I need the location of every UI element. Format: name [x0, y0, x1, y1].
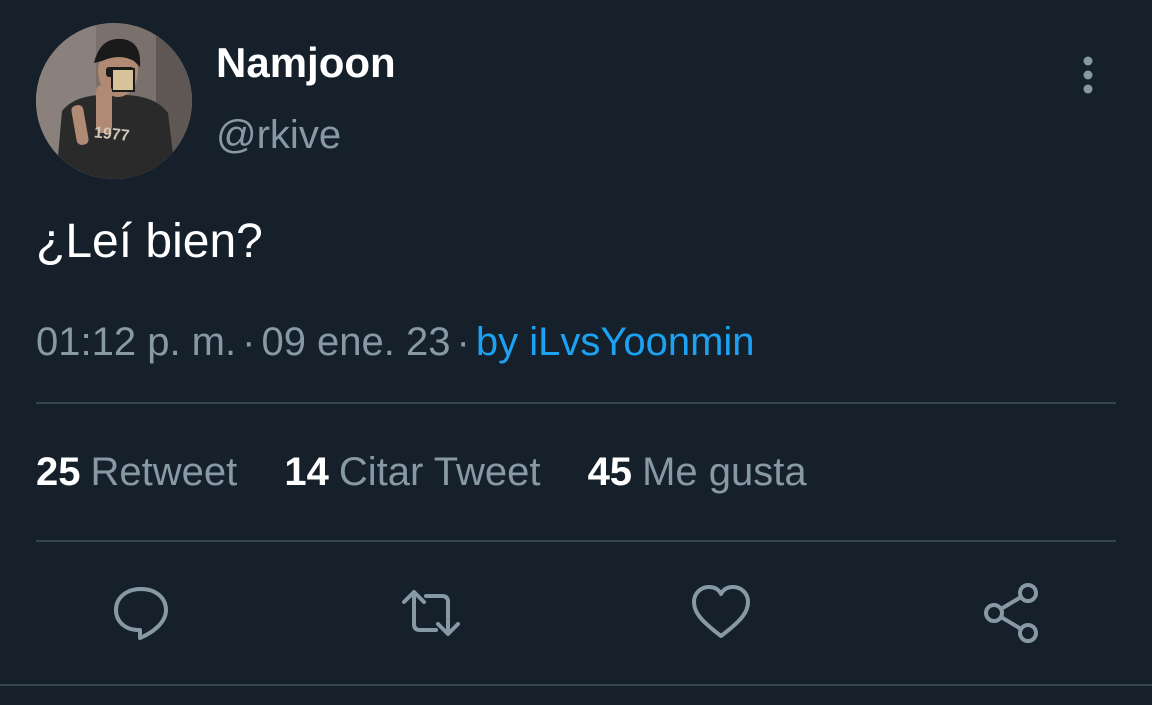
heart-icon [692, 585, 750, 638]
like-stat[interactable]: 45 Me gusta [588, 446, 807, 498]
retweet-button[interactable] [398, 580, 464, 646]
quote-label: Citar Tweet [338, 450, 541, 494]
avatar-photo: 1977 [36, 23, 192, 179]
retweet-icon [402, 590, 460, 636]
tweet-text: ¿Leí bien? [36, 215, 263, 268]
reply-button[interactable] [108, 580, 174, 646]
divider [36, 540, 1116, 542]
retweet-count: 25 [36, 450, 81, 494]
reply-icon [114, 587, 168, 640]
display-name[interactable]: Namjoon [216, 38, 396, 88]
like-count: 45 [587, 450, 633, 494]
avatar[interactable]: 1977 [36, 23, 192, 179]
like-button[interactable] [688, 580, 754, 646]
user-handle[interactable]: @rkive [216, 110, 341, 160]
quote-count: 14 [284, 450, 329, 494]
retweet-label: Retweet [90, 450, 238, 494]
tweet-date[interactable]: 09 ene. 23 [261, 320, 450, 364]
divider [36, 402, 1116, 404]
tweet-detail: 1977 Namjoon @rkive ¿Leí bien? 01:12 p. … [0, 0, 1152, 705]
like-label: Me gusta [642, 450, 807, 494]
meta-separator: · [242, 320, 256, 364]
tweet-time[interactable]: 01:12 p. m. [36, 320, 236, 364]
tweet-meta: 01:12 p. m. · 09 ene. 23 · by iLvsYoonmin [36, 316, 755, 368]
retweet-stat[interactable]: 25 Retweet [36, 446, 237, 498]
tweet-source-link[interactable]: by iLvsYoonmin [476, 320, 755, 364]
tweet-stats: 25 Retweet 14 Citar Tweet 45 Me gusta [36, 446, 843, 498]
share-button[interactable] [978, 580, 1044, 646]
more-vertical-icon[interactable] [1070, 55, 1106, 99]
meta-separator: · [456, 320, 470, 364]
share-icon [984, 583, 1038, 643]
bottom-divider [0, 684, 1152, 686]
quote-stat[interactable]: 14 Citar Tweet [284, 446, 540, 498]
